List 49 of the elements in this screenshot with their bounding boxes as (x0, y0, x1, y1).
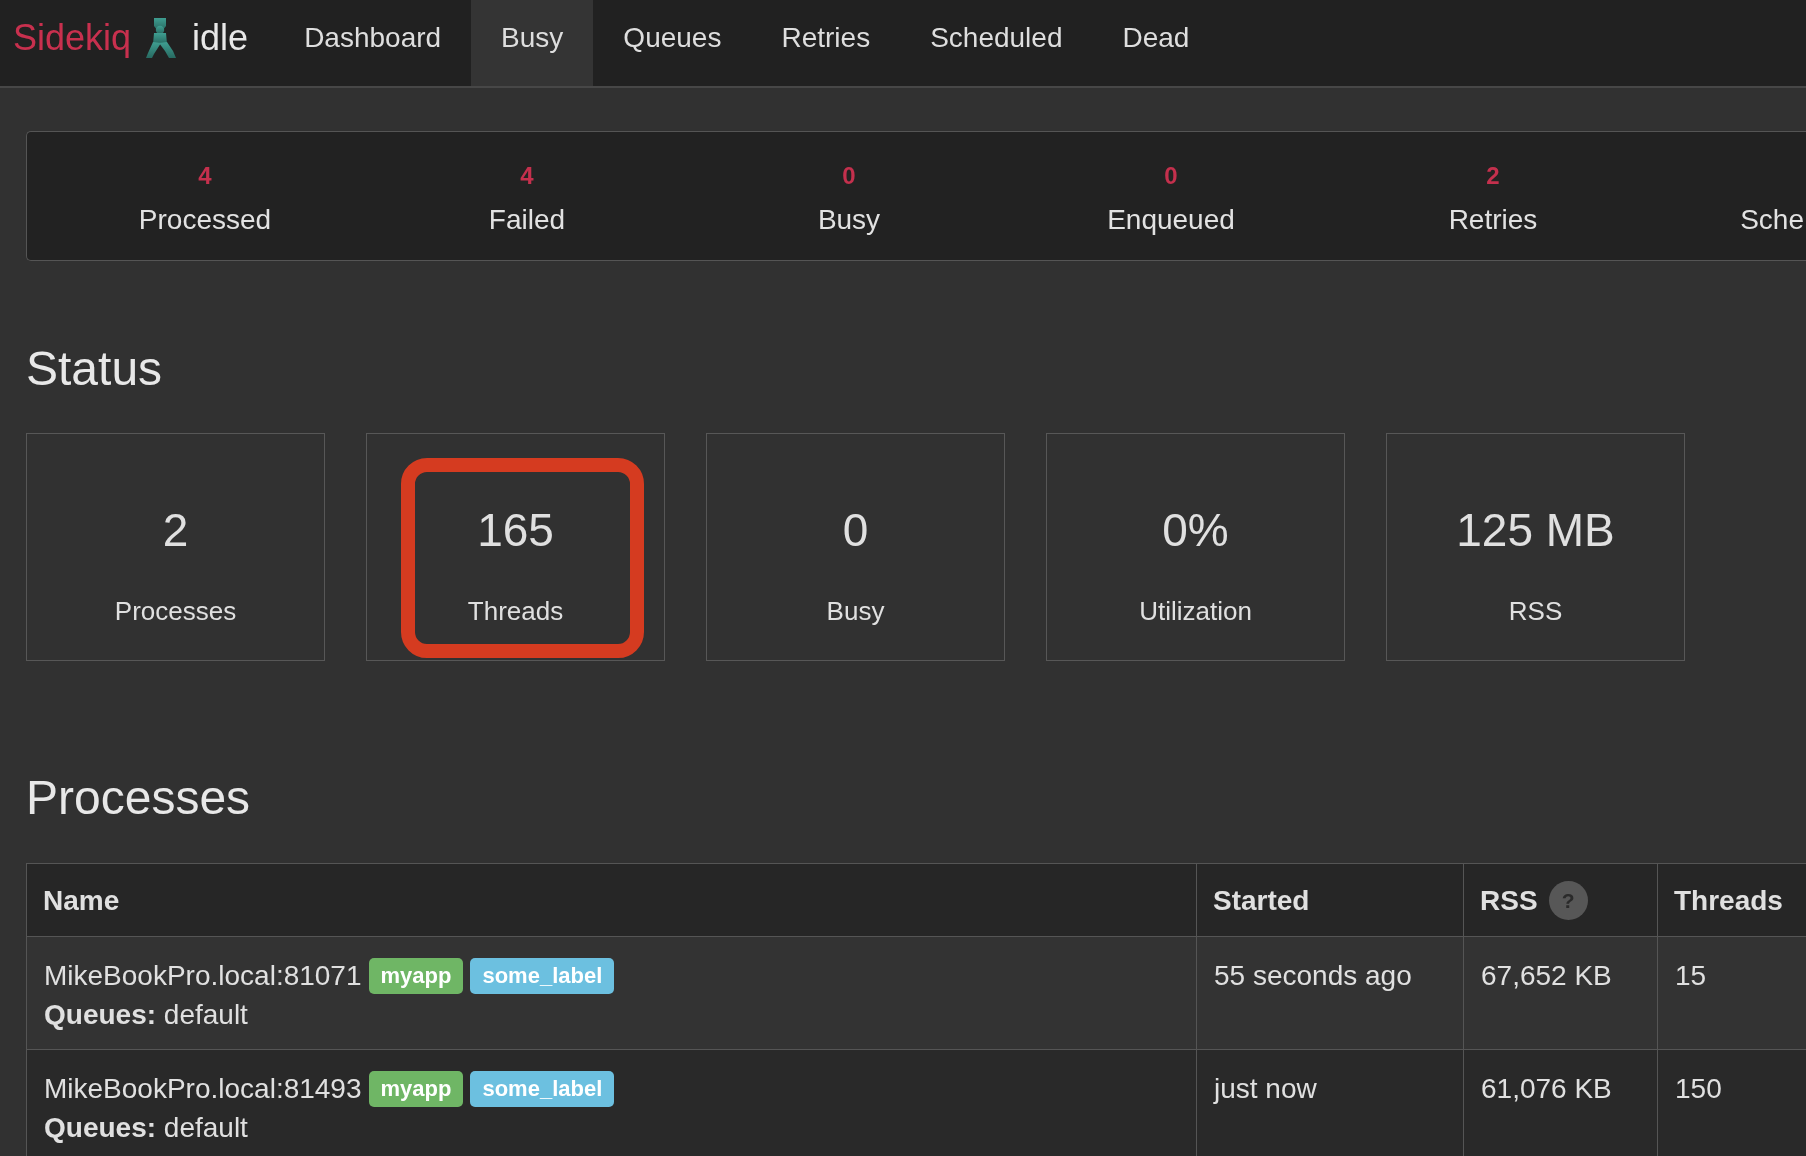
table-cell: 55 seconds ago (1196, 936, 1464, 1050)
card-label: Processes (114, 596, 237, 626)
column-header: Threads (1674, 883, 1783, 918)
label-tag: some_label (470, 957, 615, 994)
stat-value: 0 (842, 162, 856, 190)
queues-text: Queues: default (44, 998, 248, 1032)
stat-value: 4 (520, 162, 534, 190)
card-label: RSS (1508, 596, 1563, 626)
stat-label: Failed (488, 203, 566, 237)
card-value: 165 (477, 503, 554, 557)
table-cell: 67,652 KB (1463, 936, 1658, 1050)
column-header: Name (43, 883, 120, 918)
stat-label: Retries (1448, 203, 1538, 237)
card-value: 0% (1162, 503, 1229, 557)
table-cell: just now (1196, 1049, 1464, 1156)
nav-tab[interactable]: Dead (1092, 0, 1220, 86)
stat-label: Busy (817, 203, 881, 237)
process-name: MikeBookPro.local:81493 (44, 1072, 362, 1106)
nav-tab[interactable]: Dashboard (274, 0, 472, 86)
nav-tab[interactable]: Queues (593, 0, 752, 86)
nav-tab[interactable]: Busy (471, 0, 594, 86)
person-icon (146, 18, 177, 58)
table-cell: 150 (1657, 1049, 1806, 1156)
card-label: Busy (826, 596, 885, 626)
card-label: Threads (467, 596, 564, 626)
section-title: Processes (26, 772, 251, 823)
column-header: Started (1213, 883, 1310, 918)
card-value: 0 (842, 503, 869, 557)
nav-tab[interactable]: Scheduled (900, 0, 1093, 86)
queues-text: Queues: default (44, 1111, 248, 1145)
card-label: Utilization (1139, 596, 1252, 626)
stat-value: 0 (1164, 162, 1178, 190)
status-text: idle (192, 18, 249, 58)
table-cell: 61,076 KB (1463, 1049, 1658, 1156)
card-value: 2 (162, 503, 189, 557)
table-cell: 15 (1657, 936, 1806, 1050)
section-title: Status (26, 343, 163, 394)
stat-label: Processed (138, 203, 272, 237)
column-header: RSS (1480, 883, 1538, 918)
stat-label: Sche (1740, 203, 1804, 237)
process-name: MikeBookPro.local:81071 (44, 959, 362, 993)
stat-label: Enqueued (1107, 203, 1235, 237)
label-tag: myapp (368, 957, 464, 994)
stat-value: 4 (198, 162, 212, 190)
stat-value: 2 (1486, 162, 1500, 190)
label-tag: some_label (470, 1070, 615, 1107)
nav-tab[interactable]: Retries (751, 0, 901, 86)
label-tag: myapp (368, 1070, 464, 1107)
card-value: 125 MB (1456, 503, 1615, 557)
